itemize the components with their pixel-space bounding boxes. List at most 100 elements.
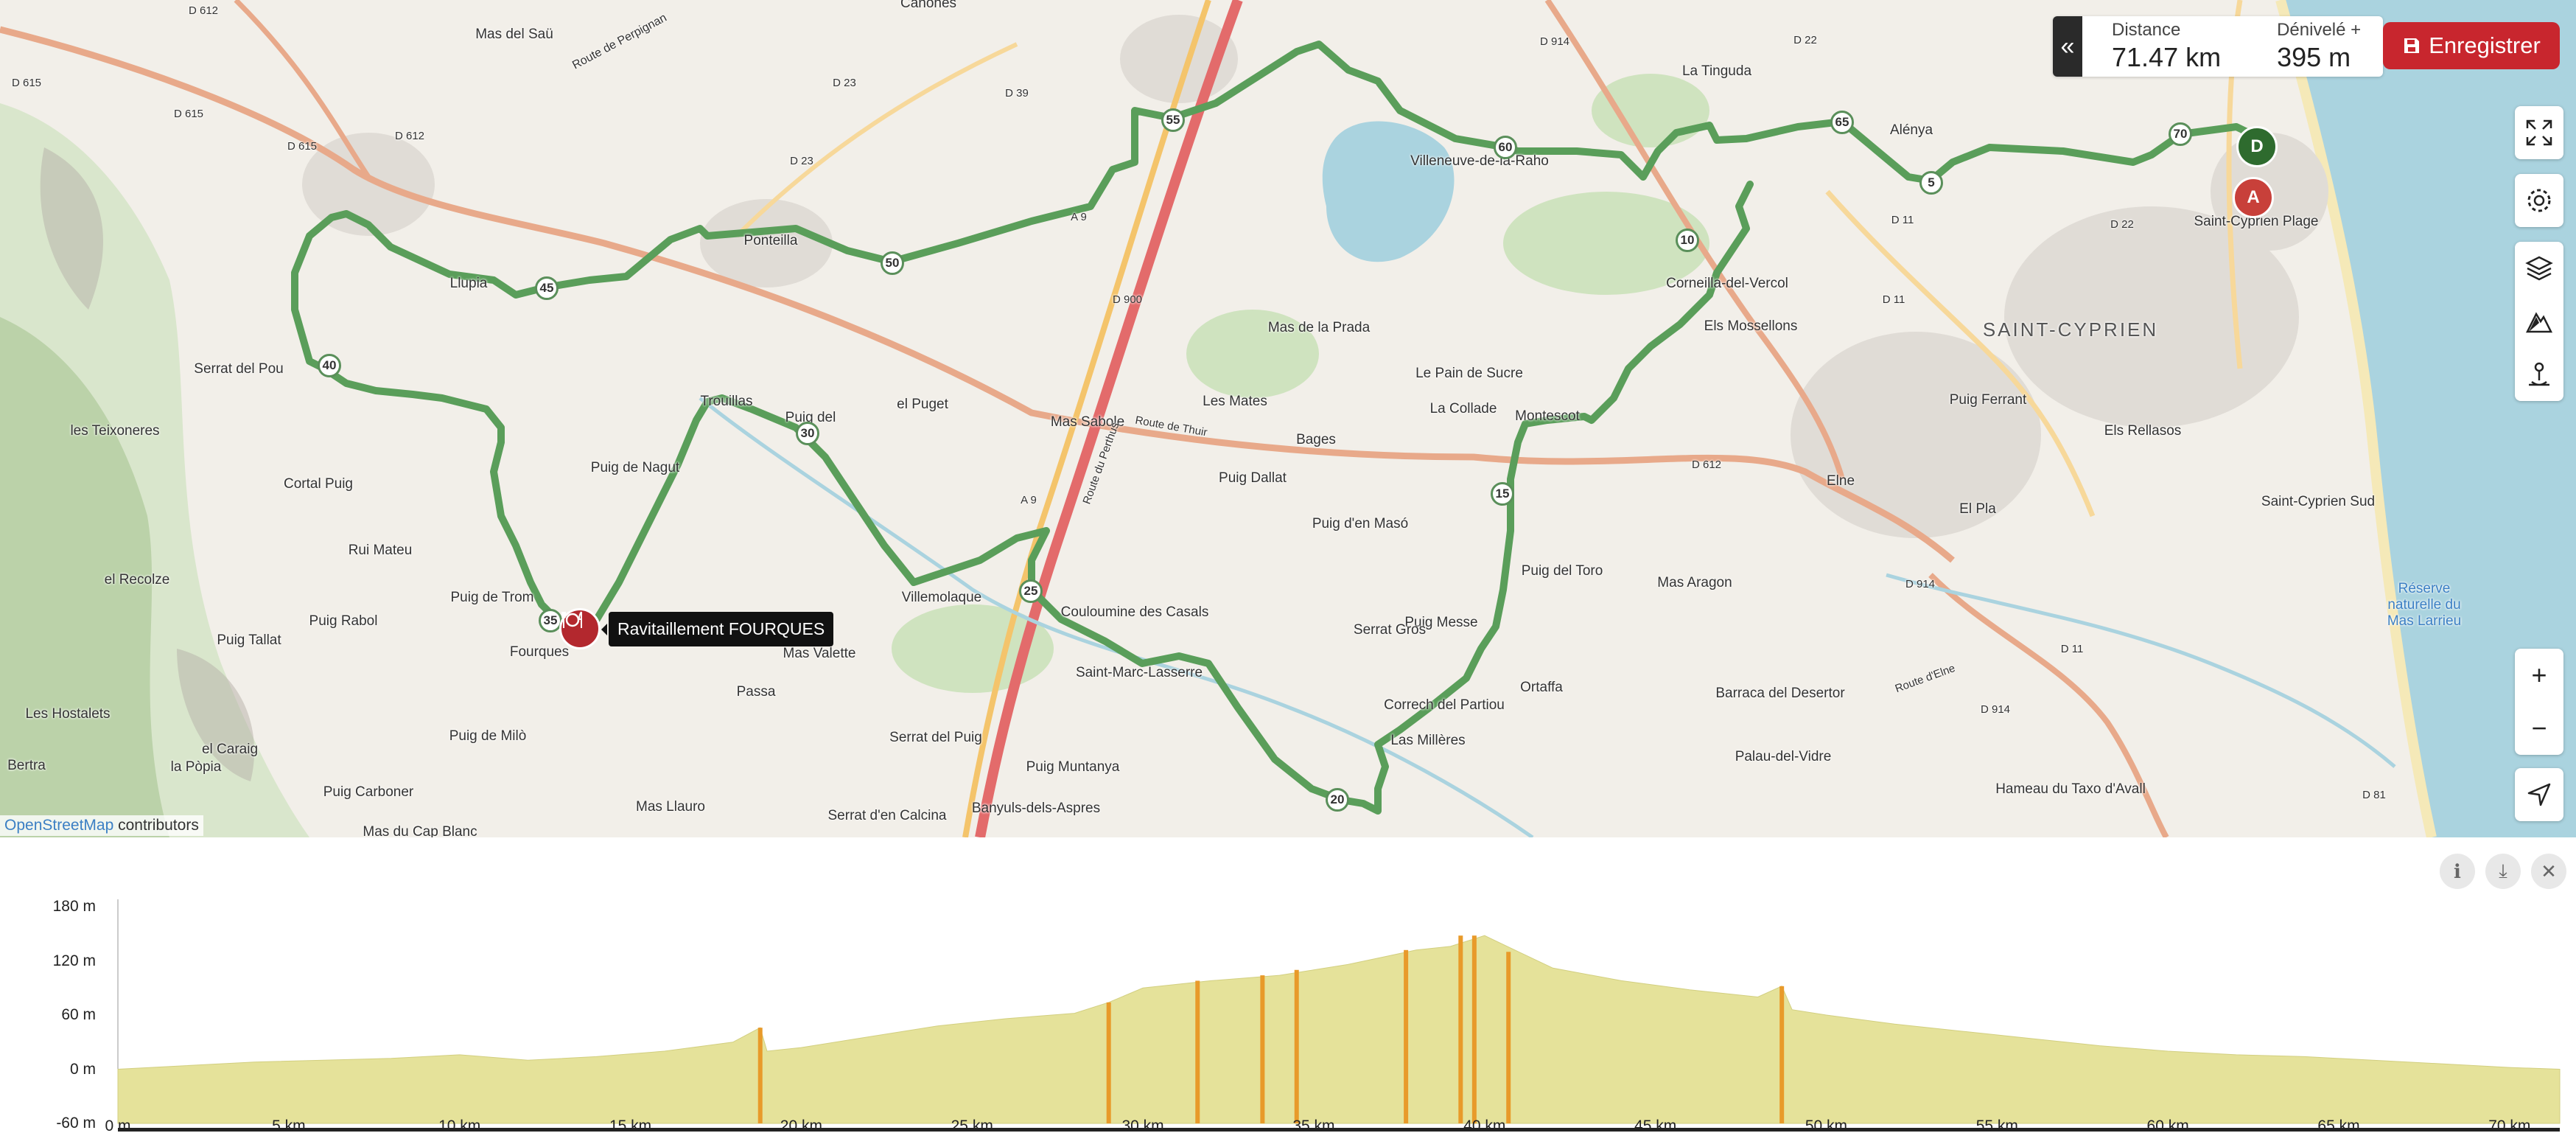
place-label: Saint-Cyprien Sud <box>2261 494 2376 509</box>
km-marker[interactable]: 60 <box>1494 136 1517 159</box>
zoom-controls: + − <box>2515 649 2563 755</box>
x-tick-label: 30 km <box>1121 1118 1164 1134</box>
x-tick-label: 15 km <box>609 1118 652 1134</box>
cutlery-icon <box>561 611 582 628</box>
start-pin[interactable]: D <box>2236 126 2278 167</box>
floppy-disk-icon <box>2404 38 2420 53</box>
poi-button[interactable] <box>2515 348 2563 401</box>
road-label: D 612 <box>394 130 425 142</box>
place-label: Las Millères <box>1390 733 1466 748</box>
close-icon: ✕ <box>2541 860 2557 882</box>
map-attribution: OpenStreetMap contributors <box>0 815 203 836</box>
place-label: Canohès <box>900 0 957 11</box>
x-tick-label: 5 km <box>272 1118 306 1134</box>
save-button[interactable]: Enregistrer <box>2383 22 2560 69</box>
place-label: Le Pain de Sucre <box>1415 366 1523 381</box>
road-label: D 23 <box>790 155 813 167</box>
locate-button[interactable] <box>2515 768 2563 821</box>
info-button[interactable]: ℹ <box>2440 854 2475 889</box>
place-label: Els Mossellons <box>1704 318 1798 334</box>
location-arrow-icon <box>2515 768 2563 821</box>
y-tick-label: -60 m <box>56 1115 96 1132</box>
place-label: Hameau du Taxo d'Avall <box>1995 781 2146 797</box>
place-label: Bages <box>1296 432 1336 447</box>
road-label: D 11 <box>1882 293 1905 306</box>
elevation-area[interactable] <box>117 935 2561 1124</box>
map-tools-group <box>2515 242 2563 401</box>
place-label: Puig de Nagut <box>590 460 680 475</box>
double-chevron-left-icon: « <box>2060 32 2075 60</box>
km-marker[interactable]: 40 <box>318 354 341 377</box>
layers-button[interactable] <box>2515 242 2563 295</box>
stats-panel: « Distance 71.47 km Dénivelé + 395 m <box>2053 16 2384 77</box>
elevation-chart[interactable] <box>0 837 2576 1147</box>
km-marker[interactable]: 65 <box>1830 111 1854 134</box>
distance-label: Distance <box>2112 20 2181 40</box>
place-label: Couloumine des Casals <box>1060 604 1209 620</box>
place-label: Mas du Cap Blanc <box>363 824 477 837</box>
fullscreen-button[interactable] <box>2515 106 2563 159</box>
x-tick-label: 35 km <box>1292 1118 1335 1134</box>
zoom-in-button[interactable]: + <box>2515 649 2563 702</box>
map-canvas[interactable] <box>0 0 2576 837</box>
km-marker[interactable]: 30 <box>796 422 819 445</box>
place-label: Puig Muntanya <box>1026 759 1120 775</box>
km-marker[interactable]: 25 <box>1019 579 1043 603</box>
km-marker[interactable]: 15 <box>1491 482 1514 506</box>
osm-link[interactable]: OpenStreetMap <box>4 817 113 834</box>
place-label: Barraca del Desertor <box>1715 686 1845 701</box>
place-label: Serrat d'en Calcina <box>827 808 947 823</box>
close-profile-button[interactable]: ✕ <box>2531 854 2566 889</box>
map-view[interactable]: Mas del Saü Route de Perpignan D 612 D 6… <box>0 0 2576 837</box>
place-label: Puig Ferrant <box>1949 392 2027 408</box>
place-label: Puig d'en Masó <box>1312 516 1409 531</box>
x-tick-label: 50 km <box>1805 1118 1848 1134</box>
download-button[interactable]: ⤓ <box>2485 854 2521 889</box>
place-label: Palau-del-Vidre <box>1735 749 1832 764</box>
km-marker[interactable]: 50 <box>881 251 904 275</box>
plus-icon: + <box>2531 660 2547 690</box>
km-marker[interactable]: 70 <box>2169 122 2192 146</box>
place-label: Puig Dallat <box>1219 470 1287 486</box>
mountain-icon <box>2525 312 2553 333</box>
info-icon: ℹ <box>2454 860 2461 882</box>
food-icon[interactable] <box>559 608 601 649</box>
place-label: Puig Tallat <box>217 632 281 648</box>
x-tick-label: 25 km <box>951 1118 993 1134</box>
distance-value: 71.47 km <box>2112 42 2222 72</box>
x-tick-label: 20 km <box>780 1118 822 1134</box>
elevation-stat: Dénivelé + 395 m <box>2250 20 2383 73</box>
x-tick-label: 10 km <box>438 1118 481 1134</box>
place-label: Puig Rabol <box>309 613 378 629</box>
place-label: Mas Valette <box>783 646 856 661</box>
settings-button[interactable] <box>2515 174 2563 227</box>
terrain-button[interactable] <box>2515 295 2563 348</box>
place-label: Villeneuve-de-la-Raho <box>1410 153 1549 169</box>
elevation-profile <box>0 837 2576 1147</box>
surface-bar <box>118 1128 2560 1132</box>
road-label: D 11 <box>2060 643 2084 655</box>
km-marker[interactable]: 20 <box>1326 788 1349 812</box>
km-marker[interactable]: 45 <box>535 276 559 300</box>
zoom-out-button[interactable]: − <box>2515 702 2563 755</box>
steep-segment <box>1294 969 1299 1123</box>
end-pin[interactable]: A <box>2233 177 2274 218</box>
steep-segment <box>1195 980 1200 1123</box>
place-label: les Teixoneres <box>70 423 160 439</box>
place-label: Serrat Gros <box>1353 622 1427 638</box>
km-marker[interactable]: 5 <box>1919 171 1943 195</box>
place-label: Serrat del Puig <box>889 730 982 745</box>
road-label: D 612 <box>188 4 219 17</box>
collapse-panel-button[interactable]: « <box>2053 16 2082 77</box>
steep-segment <box>1260 975 1265 1123</box>
x-tick-label: 45 km <box>1634 1118 1677 1134</box>
place-label: Puig de Trom <box>450 590 534 605</box>
place-label: Correch del Partiou <box>1384 697 1505 713</box>
km-marker[interactable]: 10 <box>1676 229 1699 252</box>
place-label: Ortaffa <box>1520 680 1563 695</box>
place-label: Saint-Marc-Lasserre <box>1075 665 1203 680</box>
y-tick-label: 120 m <box>52 952 96 969</box>
place-label: Mas del Saü <box>475 27 553 42</box>
km-marker[interactable]: 55 <box>1161 108 1185 132</box>
place-label: Corneilla-del-Vercol <box>1666 276 1788 291</box>
